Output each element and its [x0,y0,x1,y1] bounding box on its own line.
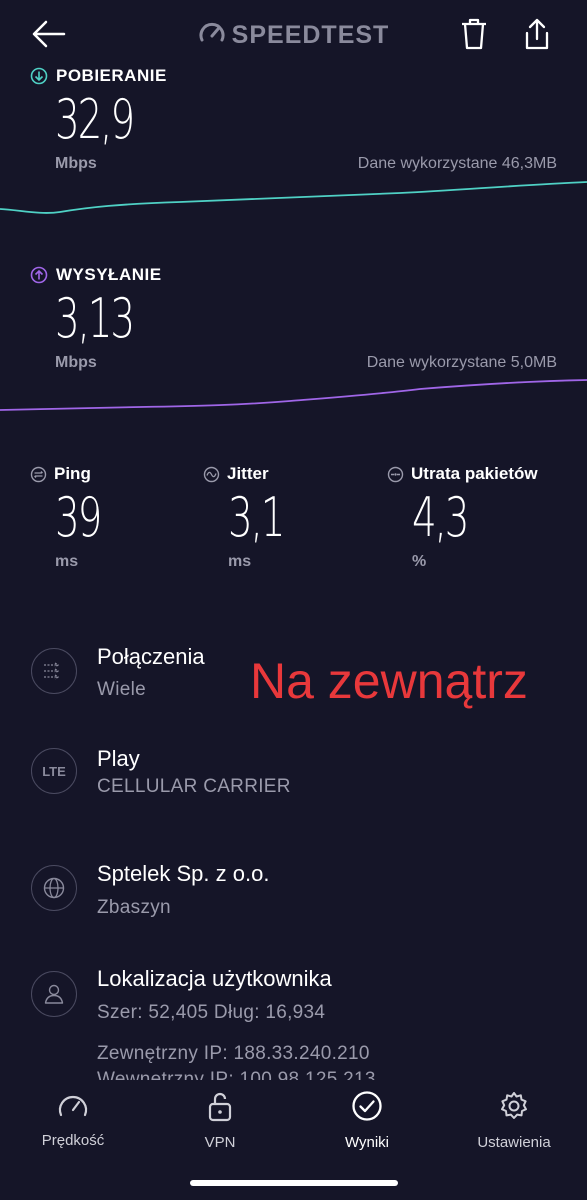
download-speed-graph [0,181,587,214]
upload-label: WYSYŁANIE [56,265,162,284]
nav-settings[interactable]: Ustawienia [454,1090,574,1151]
trash-icon [462,18,486,50]
connections-icon [31,648,77,694]
nav-speed[interactable]: Prędkość [13,1090,133,1149]
share-icon [525,18,549,50]
upload-speed-graph [0,379,587,411]
packet-loss-icon [387,466,404,482]
packet-loss-value: 4,3 [412,486,470,549]
home-indicator[interactable] [190,1180,398,1186]
lock-icon [208,1092,232,1122]
speed-gauge-icon [58,1095,88,1117]
ping-value: 39 [55,486,102,549]
upload-section-label: WYSYŁANIE [30,265,162,285]
app-title: SPEEDTEST [231,21,390,49]
globe-icon [31,865,77,911]
carrier-title: Play [97,746,140,771]
lte-icon: LTE [31,748,77,794]
download-arrow-icon [30,67,48,85]
app-logo: SPEEDTEST [0,20,587,51]
location-coords: Szer: 52,405 Dług: 16,934 [97,1002,326,1023]
download-section-label: POBIERANIE [30,66,167,86]
upload-arrow-icon [30,266,48,284]
jitter-value: 3,1 [228,486,286,549]
external-ip: Zewnętrzny IP: 188.33.240.210 [97,1043,370,1064]
packet-loss-unit: % [412,553,427,570]
check-circle-icon [352,1091,382,1121]
overlay-annotation: Na zewnątrz [250,653,528,709]
jitter-icon [203,466,220,482]
user-icon [31,971,77,1017]
provider-subtitle: Zbaszyn [97,897,171,918]
jitter-label: Jitter [203,464,269,484]
ping-label: Ping [30,464,91,484]
delete-button[interactable] [454,14,494,54]
jitter-unit: ms [228,553,252,570]
download-value: 32,9 [55,88,135,151]
connections-title: Połączenia [97,644,205,669]
speedtest-gauge-icon [198,20,226,51]
ping-icon [30,466,47,482]
location-title: Lokalizacja użytkownika [97,966,332,991]
nav-vpn[interactable]: VPN [160,1090,280,1151]
carrier-subtitle: CELLULAR CARRIER [97,776,291,797]
provider-title: Sptelek Sp. z o.o. [97,861,270,886]
nav-results[interactable]: Wyniki [307,1090,427,1151]
gear-icon [501,1092,527,1119]
share-button[interactable] [517,14,557,54]
ping-unit: ms [55,553,79,570]
packet-loss-label: Utrata pakietów [387,464,538,484]
download-label: POBIERANIE [56,66,167,85]
connections-subtitle: Wiele [97,679,147,700]
upload-value: 3,13 [55,287,135,350]
